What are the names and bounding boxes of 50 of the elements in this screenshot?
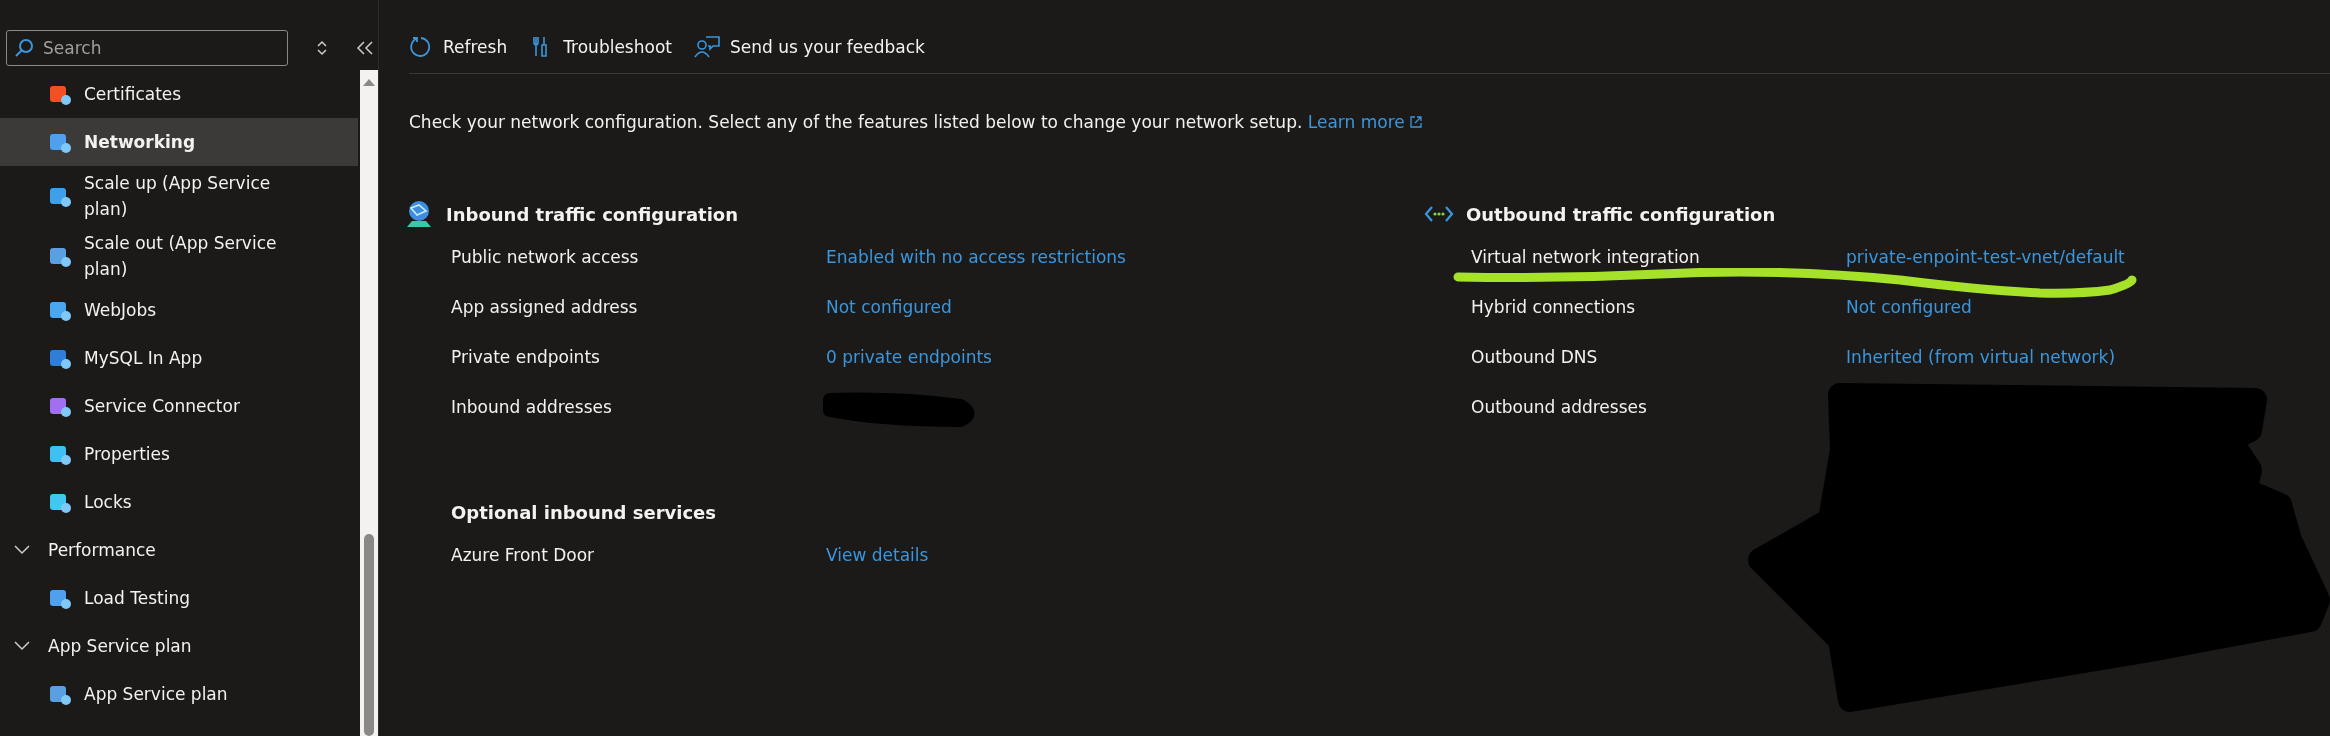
search-icon [14,38,34,58]
field-label: Virtual network integration [1471,247,1701,267]
nav-item[interactable]: Locks [0,478,358,526]
field-label: App assigned address [451,297,639,317]
search-field[interactable]: Search [6,30,288,66]
refresh-icon [409,35,433,59]
nav-item[interactable]: Service Connector [0,382,358,430]
toolbar-button[interactable]: Refresh [409,35,508,59]
field-label: Inbound addresses [451,397,613,417]
external-link-icon [1410,116,1423,128]
nav-item[interactable]: Scale up (App Service plan) [0,166,358,226]
arrows-icon [1424,204,1454,224]
value-link[interactable]: View details [826,545,929,565]
nav-group[interactable]: App Service plan [0,622,358,670]
nav-item[interactable]: WebJobs [0,286,358,334]
learn-more-link[interactable]: Learn more [1307,112,1423,132]
scroll-up-icon[interactable] [363,78,375,86]
value-link[interactable]: Inherited (from virtual network) [1846,347,2116,367]
section-subtitle: Optional inbound services [450,500,718,525]
collapse-icon[interactable] [356,41,374,55]
field-label: Hybrid connections [1471,297,1637,317]
description-text: Check your network configuration. Select any of the features listed below to change your network setup. Learn more [409,112,2330,132]
value-link[interactable]: Not configured [826,297,952,317]
nav-item[interactable]: MySQL In App [0,334,358,382]
field-label: Public network access [451,247,640,267]
toolbar-button[interactable]: Troubleshoot [529,35,672,59]
field-label: Outbound addresses [1471,397,1648,417]
nav-item[interactable]: Certificates [0,70,358,118]
chevron-icon [14,545,30,555]
nav-item[interactable]: Load Testing [0,574,358,622]
globe-icon [404,199,434,229]
feedback-icon [693,35,720,59]
sort-icon[interactable] [316,39,328,57]
scrollbar-thumb[interactable] [364,534,374,736]
field-label: Outbound DNS [1471,347,1599,367]
nav-item[interactable]: Scale out (App Service plan) [0,226,358,286]
section-title: Inbound traffic configuration [446,203,739,225]
value-link[interactable]: private-enpoint-test-vnet/default [1846,247,2125,267]
value-link[interactable]: Not configured [1846,297,1972,317]
nav-item[interactable]: Properties [0,430,358,478]
field-label: Azure Front Door [451,545,596,565]
nav-group[interactable]: Performance [0,526,358,574]
nav-item[interactable]: Networking [0,118,358,166]
section-title: Outbound traffic configuration [1466,203,1776,225]
value-link[interactable]: Enabled with no access restrictions [826,247,1126,267]
chevron-icon [14,641,30,651]
field-label: Private endpoints [451,347,601,367]
toolbar-button[interactable]: Send us your feedback [693,35,925,59]
value-link[interactable]: 0 private endpoints [826,347,992,367]
nav-item[interactable]: App Service plan [0,670,358,718]
